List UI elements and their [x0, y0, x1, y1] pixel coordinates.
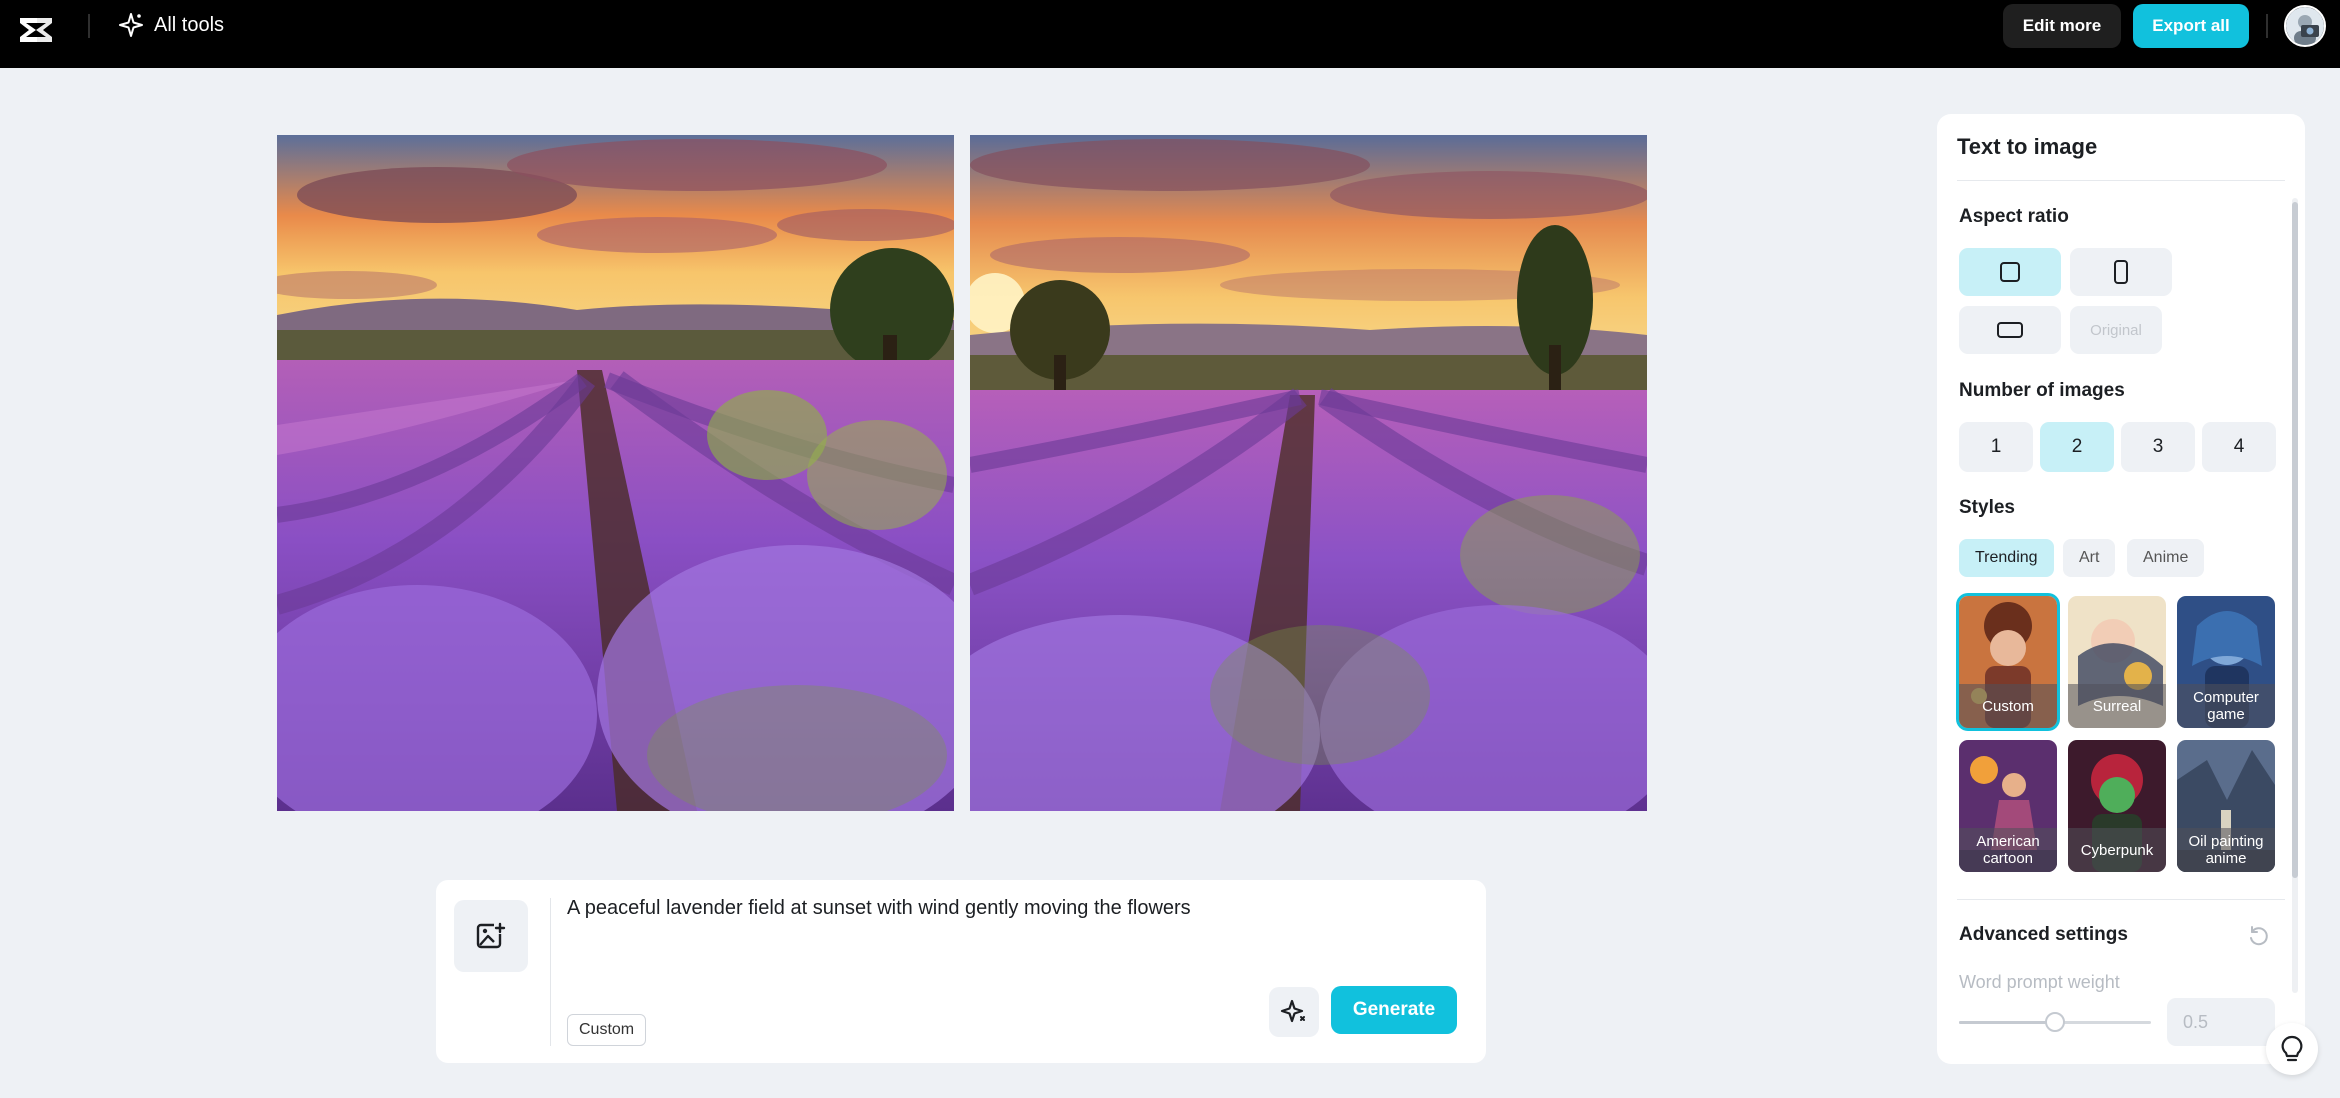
prompt-box: A peaceful lavender field at sunset with… — [436, 880, 1486, 1063]
avatar[interactable] — [2284, 5, 2326, 47]
reset-icon[interactable] — [2245, 922, 2273, 950]
style-tag[interactable]: Custom — [567, 1014, 646, 1046]
aspect-ratio-portrait-button[interactable] — [2070, 248, 2172, 296]
aspect-ratio-landscape-button[interactable] — [1959, 306, 2061, 354]
num-images-4-button[interactable]: 4 — [2202, 422, 2276, 472]
num-images-2-button[interactable]: 2 — [2040, 422, 2114, 472]
aspect-ratio-original-button[interactable]: Original — [2070, 306, 2162, 354]
generated-image-1[interactable] — [277, 135, 954, 811]
prompt-divider — [550, 898, 551, 1046]
tab-trending[interactable]: Trending — [1959, 539, 2054, 577]
text-to-image-panel: Text to image Aspect ratio Original Numb… — [1937, 114, 2305, 1064]
prompt-input[interactable]: A peaceful lavender field at sunset with… — [567, 894, 1267, 954]
all-tools-label: All tools — [154, 14, 224, 37]
topbar-divider — [2266, 14, 2268, 38]
aspect-ratio-square-button[interactable] — [1959, 248, 2061, 296]
number-of-images-label: Number of images — [1959, 380, 2125, 402]
panel-divider — [1957, 180, 2285, 181]
word-prompt-weight-label: Word prompt weight — [1959, 972, 2120, 993]
style-card-computer-game[interactable]: Computer game — [2177, 596, 2275, 728]
landscape-ratio-icon — [1997, 319, 2023, 341]
style-card-label: Oil painting anime — [2177, 828, 2275, 872]
panel-title: Text to image — [1957, 134, 2097, 160]
sparkle-icon — [118, 12, 144, 38]
tips-lightbulb-button[interactable] — [2266, 1023, 2318, 1075]
all-tools-button[interactable]: All tools — [118, 8, 224, 42]
style-card-surreal[interactable]: Surreal — [2068, 596, 2166, 728]
square-ratio-icon — [1999, 261, 2021, 283]
tab-art[interactable]: Art — [2063, 539, 2115, 577]
style-card-label: Surreal — [2068, 684, 2166, 728]
generate-button[interactable]: Generate — [1331, 986, 1457, 1034]
top-bar: All tools Edit more Export all — [0, 0, 2340, 68]
capcut-logo-icon[interactable] — [16, 10, 56, 50]
enhance-prompt-button[interactable] — [1269, 987, 1319, 1037]
portrait-ratio-icon — [2110, 260, 2132, 284]
topbar-divider — [88, 14, 90, 38]
slider-fill — [1959, 1021, 2055, 1024]
styles-label: Styles — [1959, 497, 2015, 519]
num-images-1-button[interactable]: 1 — [1959, 422, 2033, 472]
upload-reference-image-button[interactable] — [454, 900, 528, 972]
style-card-oil-painting-anime[interactable]: Oil painting anime — [2177, 740, 2275, 872]
edit-more-button[interactable]: Edit more — [2003, 4, 2121, 48]
lightbulb-icon — [2279, 1034, 2305, 1064]
aspect-ratio-label: Aspect ratio — [1959, 206, 2069, 228]
generated-image-2[interactable] — [970, 135, 1647, 811]
image-add-icon — [475, 920, 507, 952]
word-prompt-weight-input[interactable] — [2167, 998, 2275, 1046]
num-images-3-button[interactable]: 3 — [2121, 422, 2195, 472]
scrollbar-thumb[interactable] — [2292, 202, 2298, 878]
slider-handle[interactable] — [2045, 1012, 2065, 1032]
export-all-button[interactable]: Export all — [2133, 4, 2249, 48]
style-card-cyberpunk[interactable]: Cyberpunk — [2068, 740, 2166, 872]
panel-divider — [1957, 899, 2285, 900]
style-card-label: Cyberpunk — [2068, 828, 2166, 872]
magic-sparkle-icon — [1279, 997, 1309, 1027]
style-card-label: American cartoon — [1959, 828, 2057, 872]
style-card-american-cartoon[interactable]: American cartoon — [1959, 740, 2057, 872]
advanced-settings-label: Advanced settings — [1959, 924, 2128, 946]
tab-anime[interactable]: Anime — [2127, 539, 2204, 577]
style-card-label: Custom — [1959, 684, 2057, 728]
style-card-custom[interactable]: Custom — [1959, 596, 2057, 728]
style-card-label: Computer game — [2177, 684, 2275, 728]
